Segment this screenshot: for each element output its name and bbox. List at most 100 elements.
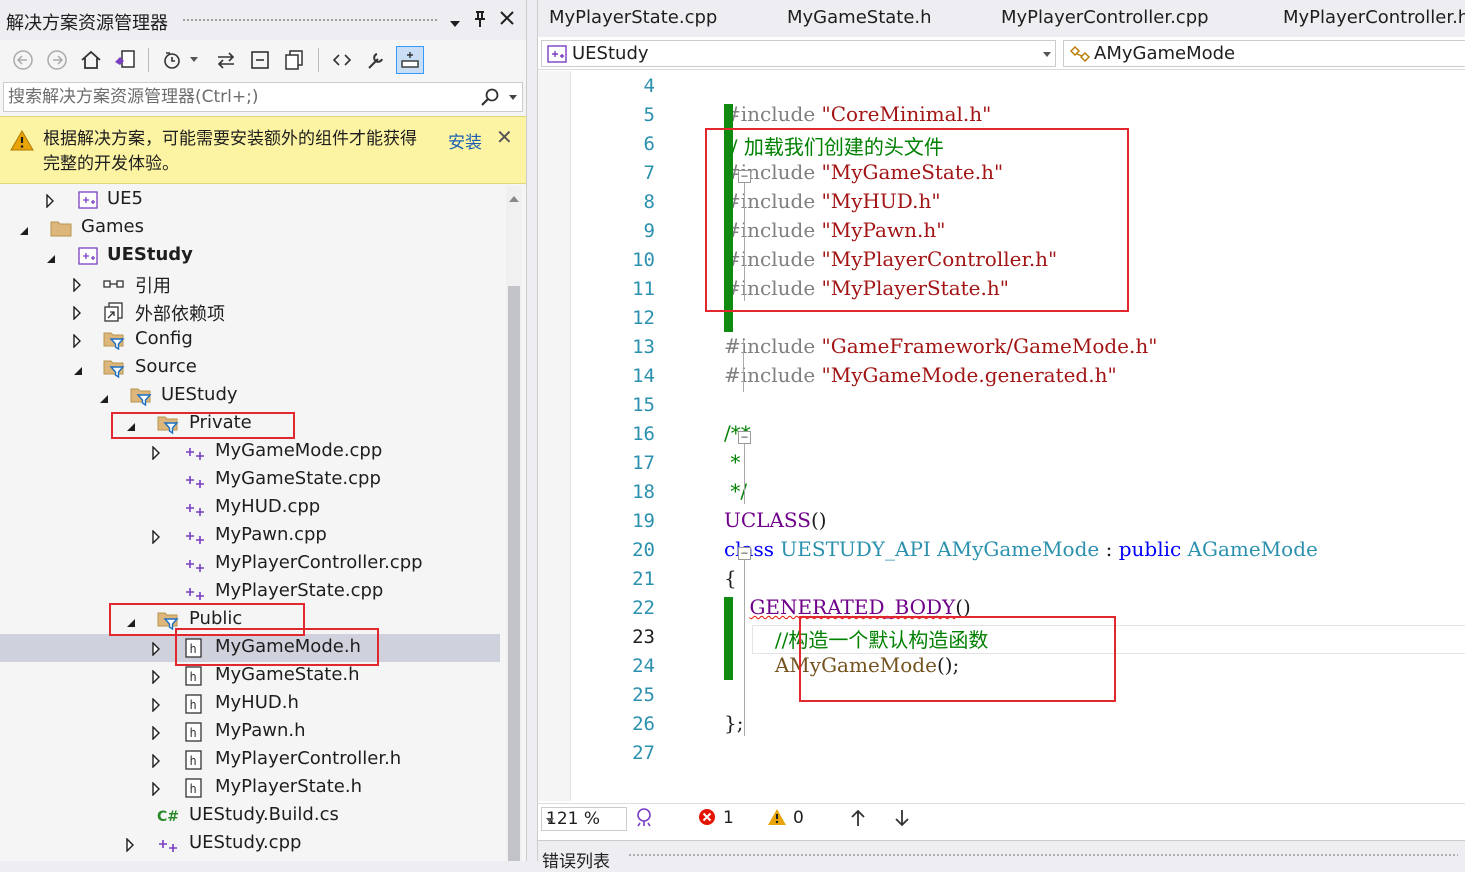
collapsed-arrow-icon[interactable] [151,753,161,769]
drag-grip[interactable] [628,853,1458,858]
tree-item[interactable]: UE5 [0,186,500,214]
collapsed-arrow-icon[interactable] [151,697,161,713]
error-list-title[interactable]: 错误列表 [542,847,610,872]
code-line[interactable]: }; [724,711,743,735]
show-all-files-icon[interactable] [280,46,308,74]
pending-changes-filter-icon[interactable] [158,46,186,74]
code-line[interactable]: #include "MyPlayerState.h" [724,276,1009,300]
collapsed-arrow-icon[interactable] [151,445,161,461]
tree-item[interactable]: C# UEStudy.Build.cs [0,802,500,830]
close-infobar-icon[interactable]: ✕ [496,125,513,149]
expanded-arrow-icon[interactable] [125,418,137,431]
tree-item[interactable]: UEStudy [0,242,500,270]
expanded-arrow-icon[interactable] [125,614,137,627]
collapsed-arrow-icon[interactable] [151,529,161,545]
code-line[interactable]: class UESTUDY_API AMyGameMode : public A… [724,537,1318,561]
install-link[interactable]: 安装 [448,128,482,153]
code-line[interactable]: #include "CoreMinimal.h" [724,102,991,126]
collapsed-arrow-icon[interactable] [151,725,161,741]
code-line[interactable]: #include "MyPlayerController.h" [724,247,1057,271]
code-line[interactable]: GENERATED_BODY() [724,595,970,619]
forward-icon[interactable] [43,46,71,74]
sync-with-document-icon[interactable] [212,46,240,74]
collapse-all-icon[interactable] [246,46,274,74]
code-line[interactable]: #include "MyGameState.h" [724,160,1003,184]
expanded-arrow-icon[interactable] [45,250,57,263]
next-issue-arrow-icon[interactable] [894,809,910,832]
code-line[interactable]: AMyGameMode(); [724,653,959,677]
scrollbar-thumb[interactable] [508,286,520,861]
collapsed-arrow-icon[interactable] [125,837,135,853]
code-line[interactable]: UCLASS() [724,508,827,532]
collapsed-arrow-icon[interactable] [72,305,82,321]
tree-item[interactable]: MyGameState.cpp [0,466,500,494]
solution-search-box[interactable] [3,82,523,112]
scope-dropdown[interactable]: AMyGameMode [1063,40,1465,67]
collapsed-arrow-icon[interactable] [72,277,82,293]
error-count[interactable]: 1 [723,808,734,828]
tree-item[interactable]: Private [0,410,500,438]
scroll-up-icon[interactable] [509,196,519,202]
tree-item[interactable]: Config [0,326,500,354]
collapsed-arrow-icon[interactable] [72,333,82,349]
preview-selected-items-icon[interactable] [396,46,424,74]
drag-grip[interactable] [182,18,437,23]
switch-views-icon[interactable] [111,46,139,74]
tree-item[interactable]: UEStudy.cpp [0,830,500,858]
code-line[interactable]: #include "MyPawn.h" [724,218,945,242]
tree-item[interactable]: h MyPawn.h [0,718,500,746]
code-cleanup-icon[interactable] [634,807,654,832]
close-panel-icon[interactable] [499,10,515,31]
tree-item[interactable]: h MyGameMode.h [0,634,500,662]
warning-count[interactable]: 0 [793,808,804,828]
tab-myplayercontroller-cpp[interactable]: MyPlayerController.cpp [1001,7,1209,28]
code-area[interactable]: 4 5 #include "CoreMinimal.h" 6 // 加载我们创建的头文件… [571,71,1465,801]
view-code-icon[interactable] [328,46,356,74]
collapsed-arrow-icon[interactable] [151,781,161,797]
window-menu-dropdown-icon[interactable] [449,13,461,33]
search-icon[interactable] [480,87,500,111]
tree-item[interactable]: Source [0,354,500,382]
tab-mygamestate-h[interactable]: MyGameState.h [787,7,932,28]
tree-scrollbar[interactable] [506,186,522,861]
expanded-arrow-icon[interactable] [98,390,110,403]
home-icon[interactable] [77,46,105,74]
tree-item[interactable]: h MyPlayerState.h [0,774,500,802]
error-icon[interactable] [698,808,716,831]
previous-issue-arrow-icon[interactable] [850,809,866,832]
solution-search-input[interactable] [8,85,478,109]
tree-item[interactable]: MyHUD.cpp [0,494,500,522]
collapsed-arrow-icon[interactable] [151,641,161,657]
tab-myplayercontroller-h[interactable]: MyPlayerController.h [1283,7,1465,28]
expanded-arrow-icon[interactable] [72,362,84,375]
search-options-dropdown-icon[interactable] [509,95,517,100]
collapse-region-icon[interactable]: − [738,170,751,183]
code-line[interactable]: * [724,450,740,474]
code-line[interactable]: #include "GameFramework/GameMode.h" [724,334,1157,358]
tree-item[interactable]: UEStudy [0,382,500,410]
properties-wrench-icon[interactable] [362,46,390,74]
warning-icon[interactable] [767,808,787,831]
tree-item[interactable]: Public [0,606,500,634]
tree-item[interactable]: MyPlayerState.cpp [0,578,500,606]
tree-item[interactable]: 引用 [0,270,500,298]
filter-dropdown-icon[interactable] [186,46,202,74]
tree-item[interactable]: MyGameMode.cpp [0,438,500,466]
zoom-dropdown[interactable]: 121 % [541,807,627,831]
collapsed-arrow-icon[interactable] [151,669,161,685]
code-line[interactable]: { [724,566,737,590]
tree-item[interactable]: 外部依赖项 [0,298,500,326]
expanded-arrow-icon[interactable] [18,222,30,235]
tree-item[interactable]: MyPawn.cpp [0,522,500,550]
collapse-region-icon[interactable]: − [738,547,751,560]
pin-icon[interactable] [473,10,487,33]
tree-item[interactable]: h MyHUD.h [0,690,500,718]
collapse-region-icon[interactable]: − [738,431,751,444]
code-line[interactable]: #include "MyHUD.h" [724,189,941,213]
tab-myplayerstate-cpp[interactable]: MyPlayerState.cpp [549,7,717,28]
back-icon[interactable] [9,46,37,74]
project-dropdown[interactable]: UEStudy [541,40,1056,67]
tree-item[interactable]: Games [0,214,500,242]
tree-item[interactable]: h MyPlayerController.h [0,746,500,774]
tree-item[interactable]: MyPlayerController.cpp [0,550,500,578]
